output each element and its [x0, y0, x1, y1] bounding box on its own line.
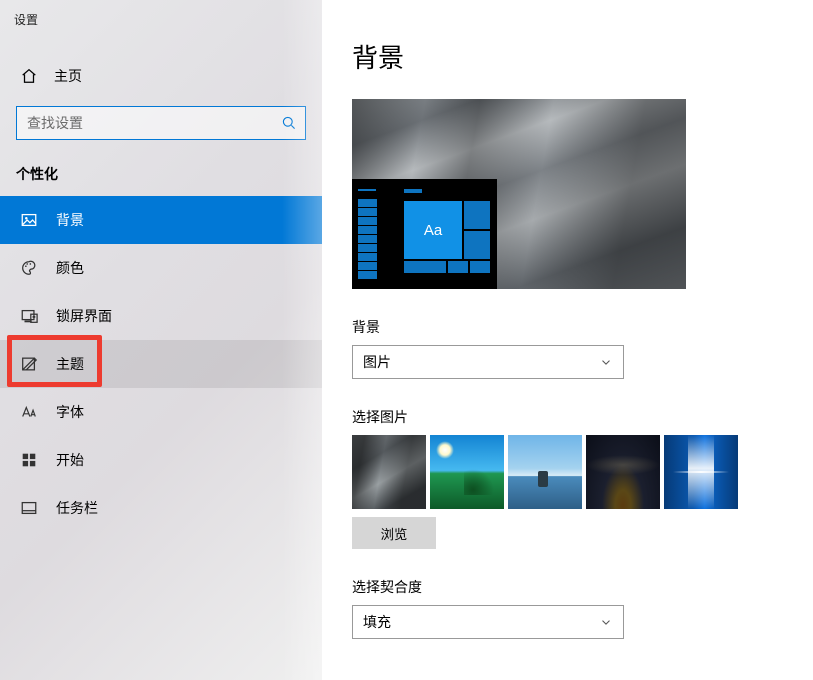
nav-item-fonts[interactable]: 字体	[0, 388, 322, 436]
lockscreen-icon	[20, 307, 38, 325]
nav-item-label: 字体	[56, 402, 84, 422]
background-preview: Aa	[352, 99, 686, 289]
start-icon	[20, 451, 38, 469]
nav-item-label: 背景	[56, 210, 84, 230]
thumbnail-row	[352, 435, 783, 509]
dropdown-value: 填充	[363, 612, 391, 632]
nav-item-label: 锁屏界面	[56, 306, 112, 326]
browse-button[interactable]: 浏览	[352, 517, 436, 549]
preview-sample-text: Aa	[404, 201, 462, 259]
nav-item-label: 开始	[56, 450, 84, 470]
font-icon	[20, 403, 38, 421]
section-label: 个性化	[0, 164, 322, 196]
thumbnail[interactable]	[664, 435, 738, 509]
background-type-dropdown[interactable]: 图片	[352, 345, 624, 379]
nav-item-background[interactable]: 背景	[0, 196, 322, 244]
home-icon	[20, 67, 38, 85]
thumbnail[interactable]	[508, 435, 582, 509]
settings-sidebar: 设置 主页 个性化 背景	[0, 0, 322, 680]
nav-item-lockscreen[interactable]: 锁屏界面	[0, 292, 322, 340]
nav-item-label: 主题	[56, 354, 84, 374]
fit-dropdown[interactable]: 填充	[352, 605, 624, 639]
page-title: 背景	[352, 38, 783, 75]
choose-picture-label: 选择图片	[352, 407, 783, 427]
background-type-label: 背景	[352, 317, 783, 337]
search-icon	[281, 115, 297, 131]
search-box[interactable]	[16, 106, 306, 140]
chevron-down-icon	[599, 615, 613, 629]
dropdown-value: 图片	[363, 352, 391, 372]
nav-item-label: 任务栏	[56, 498, 98, 518]
palette-icon	[20, 259, 38, 277]
nav-item-themes[interactable]: 主题	[0, 340, 322, 388]
theme-icon	[20, 355, 38, 373]
thumbnail[interactable]	[586, 435, 660, 509]
chevron-down-icon	[599, 355, 613, 369]
nav-item-taskbar[interactable]: 任务栏	[0, 484, 322, 532]
preview-start-overlay: Aa	[352, 179, 497, 289]
nav-list: 背景 颜色 锁屏界面	[0, 196, 322, 532]
taskbar-icon	[20, 499, 38, 517]
nav-item-label: 颜色	[56, 258, 84, 278]
nav-item-start[interactable]: 开始	[0, 436, 322, 484]
search-input[interactable]	[27, 115, 281, 131]
home-label: 主页	[54, 66, 82, 86]
fit-label: 选择契合度	[352, 577, 783, 597]
browse-button-label: 浏览	[381, 524, 408, 543]
window-title: 设置	[0, 0, 322, 28]
nav-item-colors[interactable]: 颜色	[0, 244, 322, 292]
main-content: 背景 Aa 背景 图片 选择图片 浏览 选	[322, 0, 813, 680]
thumbnail[interactable]	[430, 435, 504, 509]
home-nav[interactable]: 主页	[0, 50, 322, 102]
thumbnail[interactable]	[352, 435, 426, 509]
picture-icon	[20, 211, 38, 229]
